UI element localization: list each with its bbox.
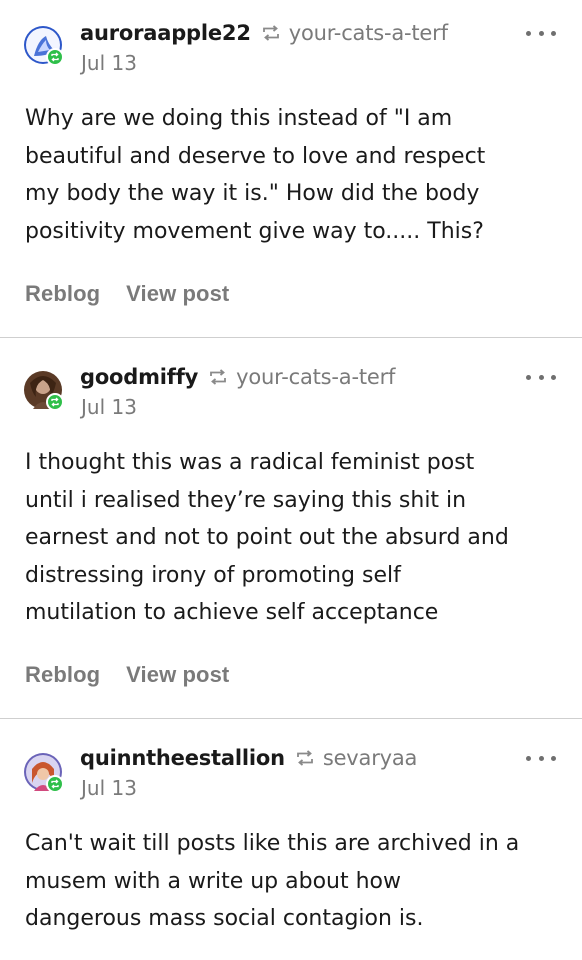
post-body-line: Can't wait till posts like this are arch… xyxy=(25,831,520,856)
post-body-line: distressing irony of promoting self xyxy=(25,562,401,588)
username[interactable]: auroraapple22 xyxy=(80,21,251,45)
post-body: Can't wait till posts like this are arch… xyxy=(25,825,560,938)
view-post-button[interactable]: View post xyxy=(126,662,229,688)
post-body-line: mutilation to achieve self acceptance xyxy=(25,600,439,625)
reblog-icon xyxy=(209,369,227,385)
ellipsis-dot xyxy=(551,30,556,36)
post-body: I thought this was a radical feminist po… xyxy=(25,444,560,632)
note-post: quinntheestallion sevaryaa Jul 13 Can't … xyxy=(0,719,582,960)
post-body-line: I thought this was a radical feminist po… xyxy=(25,450,475,475)
view-post-button[interactable]: View post xyxy=(126,281,229,307)
post-body-line: earnest and not to point out the absurd … xyxy=(25,525,509,550)
reblog-button[interactable]: Reblog xyxy=(25,281,100,307)
ellipsis-icon xyxy=(526,374,531,380)
reblog-button[interactable]: Reblog xyxy=(25,662,100,688)
post-body-line: beautiful and deserve to love and respec… xyxy=(25,143,486,169)
more-options-button[interactable] xyxy=(526,372,556,382)
more-options-button[interactable] xyxy=(526,753,556,763)
reblog-icon xyxy=(262,25,280,41)
more-options-button[interactable] xyxy=(526,28,556,38)
ellipsis-dot xyxy=(538,374,544,380)
reblog-badge-icon xyxy=(46,48,64,66)
reblog-source[interactable]: your-cats-a-terf xyxy=(236,365,395,389)
ellipsis-icon xyxy=(526,30,531,36)
post-body-line: musem with a write up about how xyxy=(25,868,402,894)
post-body-line: positivity movement give way to..... Thi… xyxy=(25,218,484,244)
post-header: goodmiffy your-cats-a-terf xyxy=(80,363,395,391)
post-actions: Reblog View post xyxy=(25,281,229,307)
ellipsis-dot xyxy=(538,30,544,36)
post-header: quinntheestallion sevaryaa xyxy=(80,744,417,772)
reblog-source[interactable]: sevaryaa xyxy=(323,746,418,770)
post-date: Jul 13 xyxy=(81,395,137,419)
username[interactable]: quinntheestallion xyxy=(80,746,285,770)
reblog-source[interactable]: your-cats-a-terf xyxy=(289,21,448,45)
avatar[interactable] xyxy=(24,26,64,66)
post-body-line: my body the way it is." How did the body xyxy=(25,181,480,206)
ellipsis-icon xyxy=(526,755,531,761)
post-body-line: dangerous mass social contagion is. xyxy=(25,906,424,931)
post-body-line: Why are we doing this instead of "I am xyxy=(25,106,453,131)
avatar[interactable] xyxy=(24,371,64,411)
ellipsis-dot xyxy=(551,755,556,761)
ellipsis-dot xyxy=(538,755,544,761)
reblog-notes-feed: auroraapple22 your-cats-a-terf Jul 13 Wh… xyxy=(0,0,582,960)
reblog-badge-icon xyxy=(46,393,64,411)
post-date: Jul 13 xyxy=(81,776,137,800)
avatar[interactable] xyxy=(24,753,64,793)
note-post: goodmiffy your-cats-a-terf Jul 13 I thou… xyxy=(0,338,582,719)
note-post: auroraapple22 your-cats-a-terf Jul 13 Wh… xyxy=(0,0,582,338)
post-body: Why are we doing this instead of "I am b… xyxy=(25,100,560,250)
post-actions: Reblog View post xyxy=(25,662,229,688)
post-date: Jul 13 xyxy=(81,51,137,75)
post-header: auroraapple22 your-cats-a-terf xyxy=(80,19,448,47)
reblog-icon xyxy=(296,750,314,766)
post-body-line: until i realised they’re saying this shi… xyxy=(25,487,467,513)
ellipsis-dot xyxy=(551,374,556,380)
reblog-badge-icon xyxy=(46,775,64,793)
username[interactable]: goodmiffy xyxy=(80,365,198,389)
